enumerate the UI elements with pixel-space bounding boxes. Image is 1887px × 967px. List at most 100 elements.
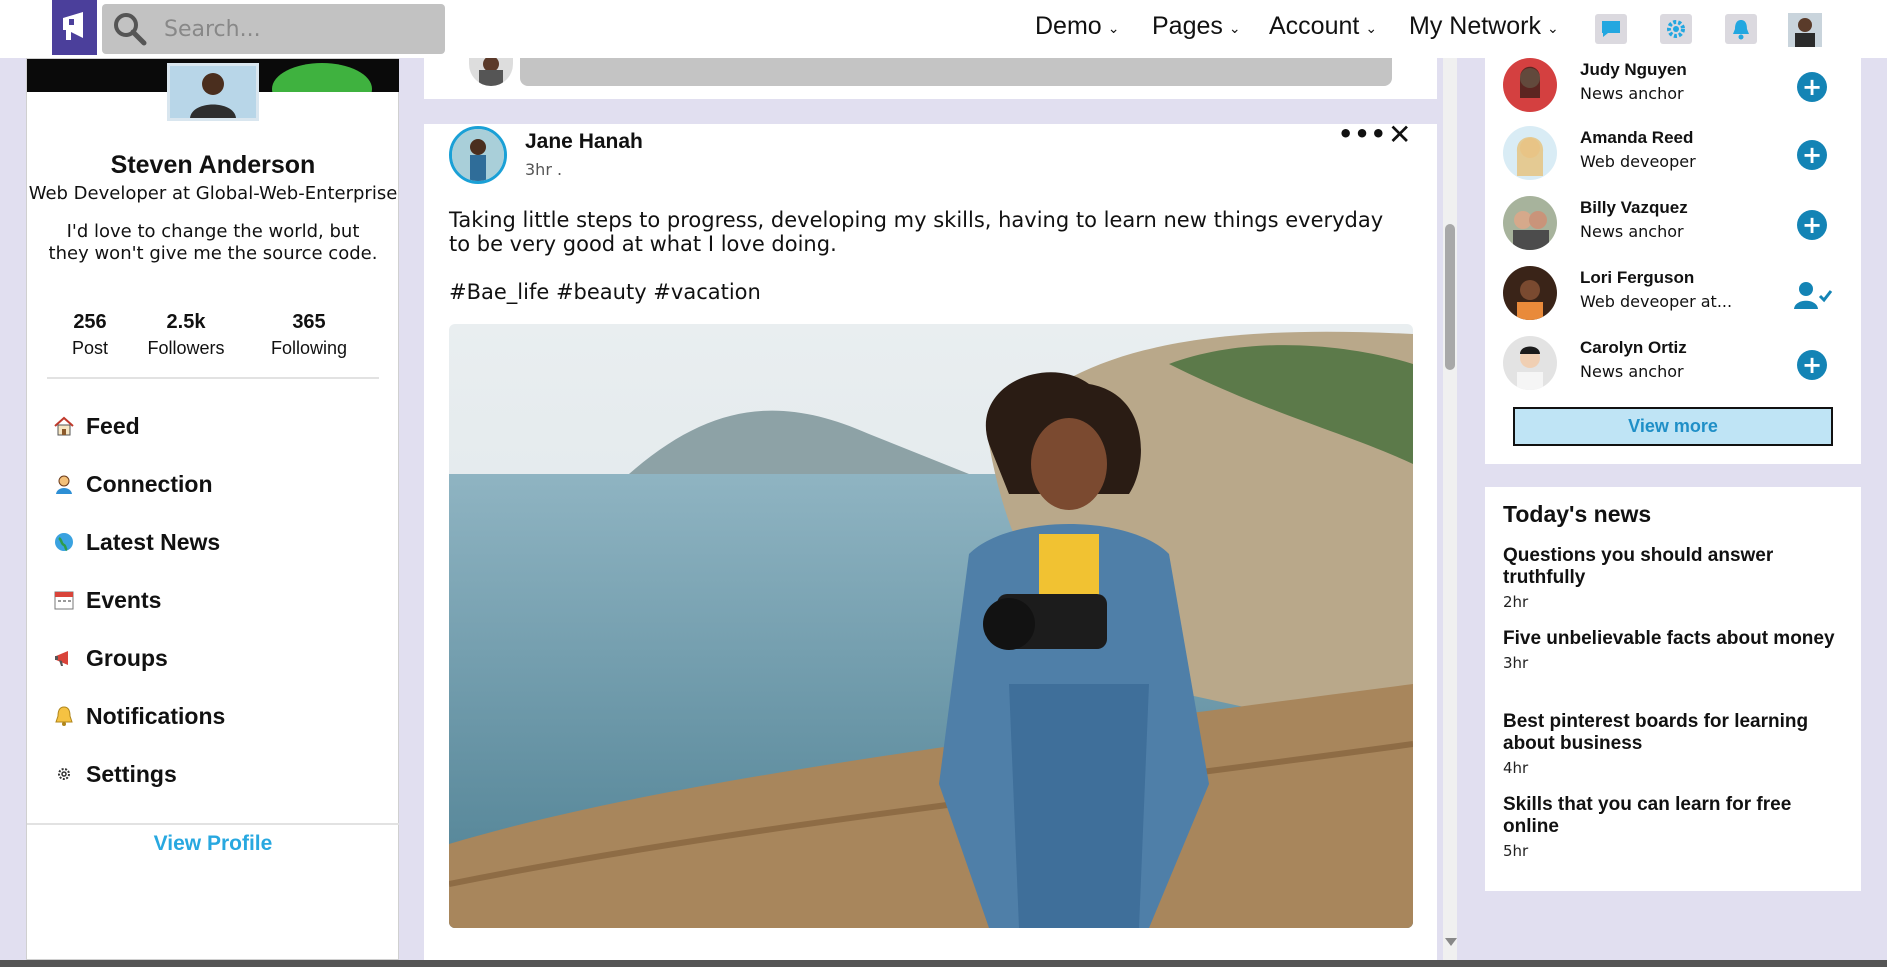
suggestion-name[interactable]: Lori Ferguson (1580, 268, 1694, 288)
news-headline[interactable]: Best pinterest boards for learning about… (1503, 711, 1848, 755)
nav-pages-label: Pages (1152, 12, 1223, 40)
suggestion-role: Web deveoper (1580, 152, 1696, 171)
suggestion-item: Judy Nguyen News anchor + (1503, 58, 1853, 118)
calendar-icon (52, 588, 76, 612)
nav-demo[interactable]: Demo ⌄ (1035, 12, 1119, 41)
sidebar-item-notifications[interactable]: Notifications (52, 687, 225, 745)
divider (47, 377, 379, 379)
news-card: Today's news Questions you should answer… (1485, 487, 1861, 891)
sidebar-item-label: Latest News (86, 528, 221, 555)
suggestion-item: Carolyn Ortiz News anchor + (1503, 336, 1853, 396)
post-image[interactable] (449, 324, 1413, 928)
suggestion-item: Amanda Reed Web deveoper + (1503, 126, 1853, 186)
add-friend-button[interactable]: + (1797, 350, 1827, 380)
add-friend-button[interactable]: + (1797, 72, 1827, 102)
stat-label: Following (270, 338, 348, 358)
add-friend-button[interactable]: + (1797, 140, 1827, 170)
stat-posts: 256 Post (55, 311, 125, 359)
add-friend-button[interactable]: + (1797, 210, 1827, 240)
post-timestamp: 3hr . (525, 160, 563, 179)
megaphone-icon (52, 646, 76, 670)
sidebar-item-latest-news[interactable]: Latest News (52, 513, 225, 571)
nav-pages[interactable]: Pages ⌄ (1152, 12, 1241, 41)
user-avatar[interactable] (1788, 13, 1822, 47)
nav-account-label: Account (1269, 12, 1360, 40)
suggestion-avatar[interactable] (1503, 266, 1557, 320)
sidebar-item-events[interactable]: Events (52, 571, 225, 629)
post-hashtags[interactable]: #Bae_life #beauty #vacation (449, 280, 761, 304)
stat-value: 256 (73, 311, 107, 333)
sidebar-item-settings[interactable]: Settings (52, 745, 225, 803)
composer-input[interactable] (520, 58, 1392, 86)
divider (27, 823, 399, 825)
top-navbar: Demo ⌄ Pages ⌄ Account ⌄ My Network ⌄ (0, 0, 1887, 58)
settings-button[interactable] (1660, 14, 1692, 44)
news-item[interactable]: Skills that you can learn for free onlin… (1503, 794, 1848, 860)
search-icon (114, 13, 147, 46)
suggestion-avatar[interactable] (1503, 58, 1557, 112)
post-text: Taking little steps to progress, develop… (449, 208, 1384, 256)
search-input[interactable] (164, 16, 424, 42)
close-icon[interactable]: ✕ (1388, 118, 1411, 151)
bell-icon (1733, 20, 1749, 40)
sidebar-item-connection[interactable]: Connection (52, 455, 225, 513)
connected-user-check-icon[interactable] (1793, 280, 1833, 314)
suggestions-card: Judy Nguyen News anchor + Amanda Reed We… (1485, 58, 1861, 464)
news-time: 4hr (1503, 759, 1529, 777)
view-more-button[interactable]: View more (1513, 407, 1833, 446)
nav-my-network[interactable]: My Network ⌄ (1409, 12, 1559, 41)
chevron-down-icon: ⌄ (1228, 20, 1241, 36)
sidebar-item-label: Notifications (86, 702, 226, 729)
suggestion-role: News anchor (1580, 84, 1684, 103)
news-item[interactable]: Best pinterest boards for learning about… (1503, 711, 1848, 777)
scroll-down-arrow-icon[interactable] (1445, 938, 1457, 946)
suggestion-avatar[interactable] (1503, 126, 1557, 180)
view-profile-link[interactable]: View Profile (27, 832, 399, 856)
news-headline[interactable]: Questions you should answer truthfully (1503, 545, 1848, 589)
sidebar-item-groups[interactable]: Groups (52, 629, 225, 687)
globe-icon (52, 530, 76, 554)
suggestion-name[interactable]: Amanda Reed (1580, 128, 1693, 148)
messages-button[interactable] (1595, 14, 1627, 44)
scrollbar-thumb[interactable] (1445, 224, 1455, 370)
feed-scrollbar[interactable] (1443, 58, 1457, 960)
suggestion-name[interactable]: Judy Nguyen (1580, 60, 1687, 80)
person-icon (52, 472, 76, 496)
news-headline[interactable]: Five unbelievable facts about money (1503, 628, 1848, 650)
news-time: 3hr (1503, 654, 1529, 672)
news-item[interactable]: Five unbelievable facts about money 3hr (1503, 628, 1848, 672)
gear-icon (1667, 20, 1685, 38)
news-card-title: Today's news (1503, 501, 1652, 527)
chevron-down-icon: ⌄ (1546, 20, 1559, 36)
nav-account[interactable]: Account ⌄ (1269, 12, 1377, 41)
suggestion-role: Web deveoper at... (1580, 292, 1733, 311)
notifications-button[interactable] (1725, 14, 1757, 44)
sidebar-item-label: Feed (86, 412, 140, 439)
profile-stats: 256 Post 2.5k Followers 365 Following (55, 311, 395, 359)
news-item[interactable]: Questions you should answer truthfully 2… (1503, 545, 1848, 611)
suggestion-avatar[interactable] (1503, 196, 1557, 250)
suggestion-item: Lori Ferguson Web deveoper at... (1503, 266, 1853, 326)
stat-label: Post (71, 338, 109, 358)
suggestion-role: News anchor (1580, 222, 1684, 241)
post-composer (424, 58, 1437, 99)
stat-following: 365 Following (259, 311, 359, 359)
search-box[interactable] (102, 4, 445, 54)
profile-card: Steven Anderson Web Developer at Global-… (26, 58, 399, 960)
nav-my-network-label: My Network (1409, 12, 1541, 40)
sidebar-item-feed[interactable]: Feed (52, 397, 225, 455)
news-time: 2hr (1503, 593, 1529, 611)
profile-role: Web Developer at Global-Web-Enterprise (28, 183, 398, 204)
news-headline[interactable]: Skills that you can learn for free onlin… (1503, 794, 1848, 838)
suggestion-avatar[interactable] (1503, 336, 1557, 390)
post-author-name[interactable]: Jane Hanah (525, 130, 643, 154)
avatar-image (1788, 13, 1822, 47)
profile-bio: I'd love to change the world, but they w… (48, 221, 378, 264)
logo[interactable] (52, 0, 97, 55)
suggestion-name[interactable]: Billy Vazquez (1580, 198, 1688, 218)
gear-icon (52, 762, 76, 786)
more-options-icon[interactable]: ••• (1338, 120, 1387, 148)
profile-picture[interactable] (167, 63, 259, 121)
suggestion-name[interactable]: Carolyn Ortiz (1580, 338, 1687, 358)
post-author-avatar[interactable] (449, 126, 507, 184)
